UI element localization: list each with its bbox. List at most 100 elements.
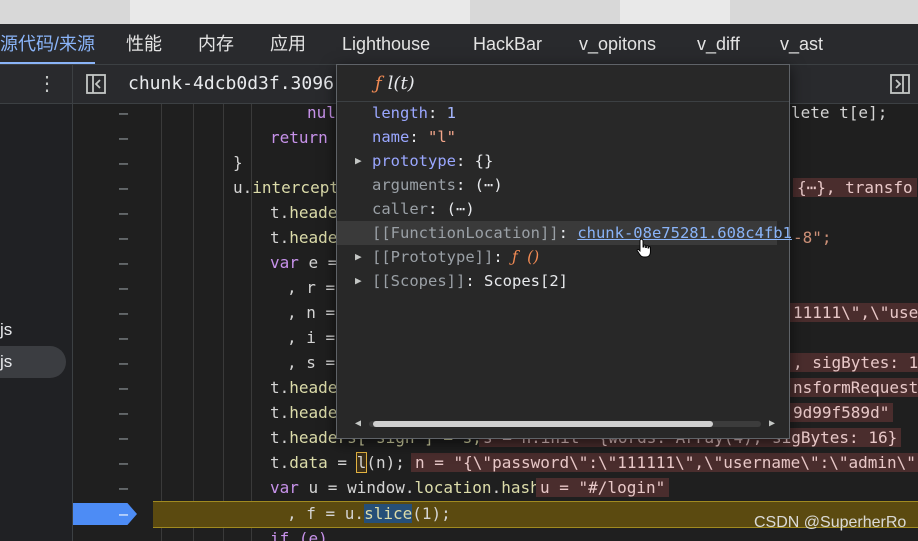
expand-triangle-icon[interactable]: ▶: [355, 245, 367, 269]
code-token: var: [270, 253, 299, 272]
property-row[interactable]: name: "l": [337, 125, 777, 149]
code-token: intercepto: [252, 178, 349, 197]
property-row[interactable]: length: 1: [337, 101, 777, 125]
property-key: arguments: (⋯): [372, 176, 503, 194]
code-token: hash: [501, 478, 540, 497]
hand-pointer-cursor-icon: [636, 238, 651, 258]
inline-value: u = "#/login": [536, 478, 670, 497]
tab-performance[interactable]: 性能: [126, 24, 162, 64]
popover-title-text: l(t): [387, 73, 415, 94]
scrollbar-thumb[interactable]: [373, 421, 713, 427]
watermark-text: CSDN @SuperherRo: [754, 514, 907, 531]
code-token: data: [289, 453, 328, 472]
code-token: var: [270, 478, 299, 497]
popover-horizontal-scrollbar[interactable]: ◀ ▶: [355, 418, 775, 430]
function-icon: ƒ: [512, 248, 518, 266]
property-key: [[Scopes]]: Scopes[2]: [372, 272, 568, 290]
gutter-marker: –: [119, 379, 129, 397]
property-row[interactable]: caller: (⋯): [337, 197, 777, 221]
code-token: , r =: [287, 278, 336, 297]
gutter-marker: –: [119, 454, 129, 472]
indent-guide: [161, 104, 162, 541]
property-key: prototype: {}: [372, 152, 494, 170]
inline-value: 11111\",\"user: [789, 303, 918, 322]
navigator-file-item-selected[interactable]: js: [0, 346, 66, 378]
property-row-expandable[interactable]: ▶ [[Prototype]]: ƒ (): [337, 245, 777, 269]
inline-value: 9d99f589d": [789, 403, 894, 422]
gutter-marker: –: [119, 304, 129, 322]
indent-guide: [223, 104, 224, 541]
gutter-marker: –: [119, 254, 129, 272]
inline-value: n = "{\"password\":\"111111\",\"username…: [411, 453, 918, 472]
gutter-marker: –: [119, 229, 129, 247]
tab-application[interactable]: 应用: [270, 24, 306, 64]
tab-lighthouse[interactable]: Lighthouse: [342, 24, 430, 64]
scroll-left-icon[interactable]: ◀: [355, 418, 361, 429]
gutter-marker: –: [119, 505, 129, 523]
tab-sources[interactable]: 源代码/来源: [0, 24, 96, 64]
property-row-function-location[interactable]: [[FunctionLocation]]: chunk-08e75281.608…: [337, 221, 792, 245]
kebab-menu-icon[interactable]: ⋮: [36, 73, 58, 95]
inline-value: nsformRequest:: [789, 378, 918, 397]
chrome-block: [0, 0, 130, 24]
object-preview-popover[interactable]: ƒ l(t) length: 1 name: "l" ▶ prototype: {…: [336, 64, 792, 439]
popover-title: ƒ l(t): [375, 73, 415, 94]
property-row[interactable]: arguments: (⋯): [337, 173, 777, 197]
code-token: lete t[e];: [791, 104, 888, 122]
code-token: t.: [270, 453, 290, 472]
indent-guide: [251, 104, 252, 541]
tab-memory[interactable]: 内存: [198, 24, 234, 64]
code-token: slice: [364, 504, 413, 523]
code-token: if (e): [270, 529, 328, 541]
property-key: [[Prototype]]: ƒ (): [372, 248, 540, 266]
chrome-block: [470, 0, 620, 24]
code-token: , n =: [287, 303, 336, 322]
code-token: (1);: [412, 504, 451, 523]
property-row-expandable[interactable]: ▶ [[Scopes]]: Scopes[2]: [337, 269, 777, 293]
code-token: , s =: [287, 353, 336, 372]
code-token: , f = u.: [287, 504, 365, 523]
gutter-marker: –: [119, 479, 129, 497]
gutter-marker: –: [119, 104, 129, 122]
code-token: , i =: [287, 328, 336, 347]
devtools-tab-bar: 源代码/来源 性能 内存 应用 Lighthouse HackBar v_opi…: [0, 24, 918, 65]
right-panel-toggle-icon[interactable]: [888, 72, 912, 96]
tab-hackbar[interactable]: HackBar: [473, 24, 542, 64]
gutter-marker: –: [119, 279, 129, 297]
gutter-marker: –: [119, 404, 129, 422]
code-token: }: [233, 153, 243, 172]
inline-value: , sigBytes: 16: [789, 353, 918, 372]
tab-v-diff[interactable]: v_diff: [697, 24, 740, 64]
code-token: t.: [270, 378, 290, 397]
open-file-tab[interactable]: chunk-4dcb0d3f.309612: [128, 65, 356, 103]
gutter-marker: –: [119, 354, 129, 372]
sidebar-toggle-icon[interactable]: [84, 72, 108, 96]
expand-triangle-icon[interactable]: ▶: [355, 269, 367, 293]
file-navigator: js js: [0, 104, 73, 541]
code-token: e =: [298, 253, 338, 272]
property-key: length: 1: [372, 104, 457, 122]
code-token: location: [414, 478, 492, 497]
gutter-marker: –: [119, 204, 129, 222]
hovered-function-token[interactable]: l: [355, 452, 368, 473]
gutter-marker: –: [119, 179, 129, 197]
code-token: -8";: [793, 228, 832, 247]
code-token: u.: [233, 178, 253, 197]
toolbar-divider: [72, 65, 73, 103]
navigator-file-item[interactable]: js: [0, 314, 66, 346]
gutter-marker: –: [119, 329, 129, 347]
tab-v-ast[interactable]: v_ast: [780, 24, 823, 64]
expand-triangle-icon[interactable]: ▶: [355, 149, 367, 173]
gutter-marker: –: [119, 154, 129, 172]
code-token: t.: [270, 403, 290, 422]
tab-v-opitons[interactable]: v_opitons: [579, 24, 656, 64]
code-token: (n);: [366, 453, 405, 472]
property-row-expandable[interactable]: ▶ prototype: {}: [337, 149, 777, 173]
code-token: u = window.: [298, 478, 415, 497]
gutter-marker: –: [119, 429, 129, 447]
scroll-right-icon[interactable]: ▶: [769, 418, 775, 429]
browser-chrome-strip: [0, 0, 918, 24]
code-token: =: [327, 453, 357, 472]
function-location-link[interactable]: chunk-08e75281.608c4fb1: [577, 224, 792, 242]
code-token: t.: [270, 428, 290, 447]
